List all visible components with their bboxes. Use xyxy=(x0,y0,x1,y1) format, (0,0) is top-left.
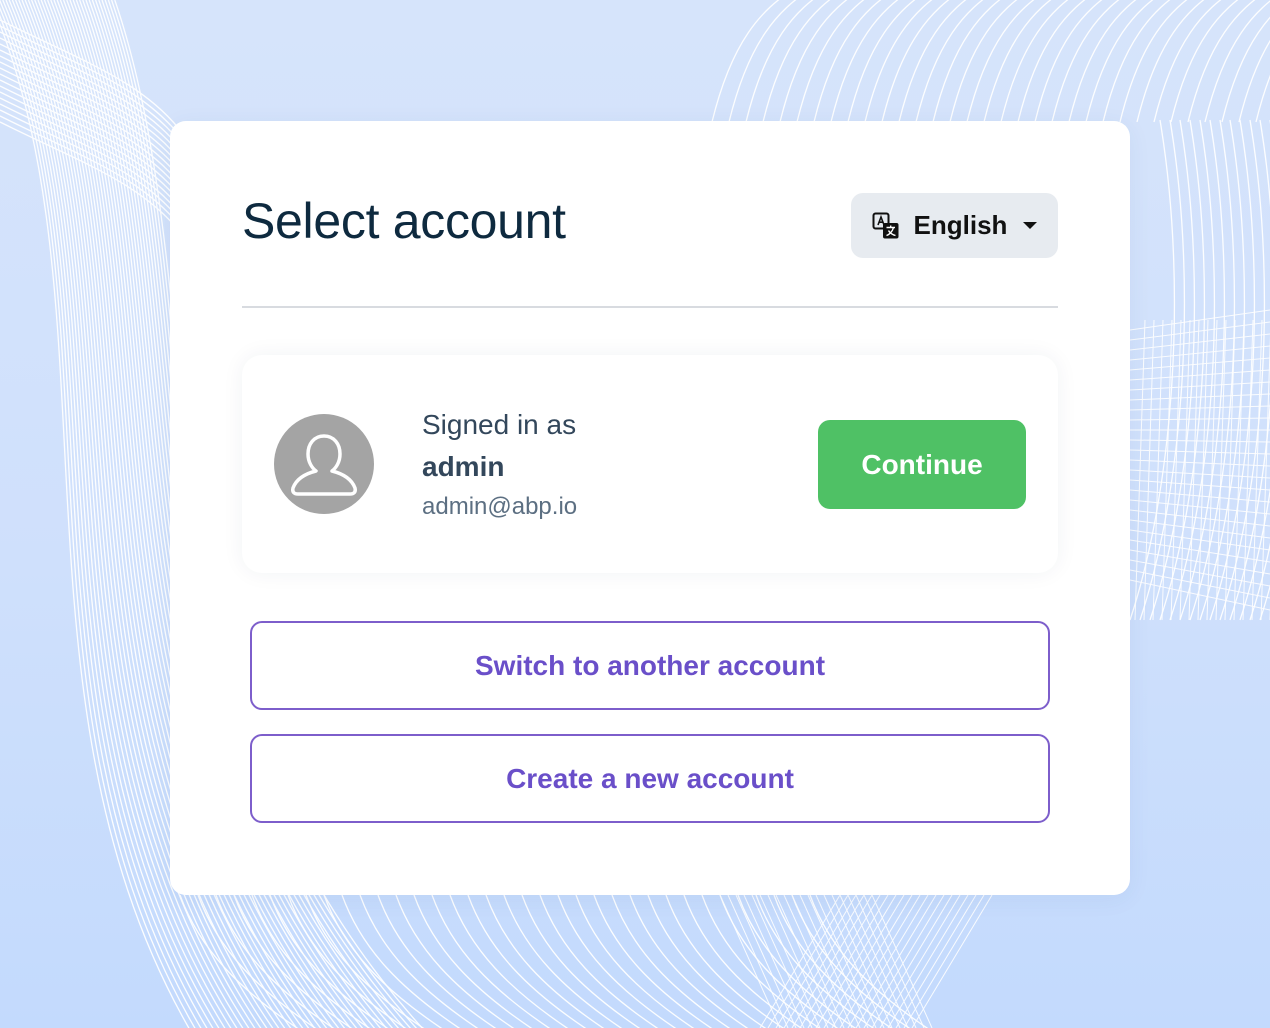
switch-account-button[interactable]: Switch to another account xyxy=(250,621,1050,710)
user-icon xyxy=(291,434,357,496)
username: admin xyxy=(422,451,505,482)
page-title: Select account xyxy=(242,193,566,249)
create-account-button[interactable]: Create a new account xyxy=(250,734,1050,823)
divider xyxy=(242,306,1058,308)
current-account-panel: Signed in as admin admin@abp.io Continue xyxy=(242,355,1058,573)
user-email: admin@abp.io xyxy=(422,493,578,520)
avatar xyxy=(274,414,374,514)
continue-button[interactable]: Continue xyxy=(818,420,1026,509)
language-label: English xyxy=(913,210,1008,240)
signed-in-label: Signed in as xyxy=(422,409,577,440)
translate-icon xyxy=(872,212,899,238)
language-dropdown[interactable]: English xyxy=(851,193,1058,258)
select-account-card: Select account English Signed in as admi… xyxy=(170,121,1130,895)
chevron-down-icon xyxy=(1023,222,1038,229)
